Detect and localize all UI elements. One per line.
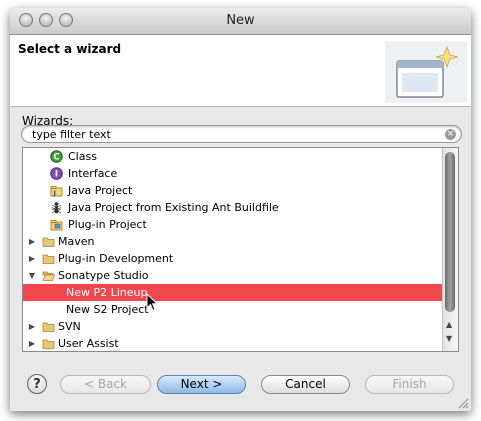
svg-text:I: I [55,170,58,180]
wizard-tree-item[interactable]: I Interface [23,165,443,182]
folder-icon [42,237,55,247]
wizard-tree-item[interactable]: ▶ Maven [23,233,443,250]
collapsed-triangle-icon[interactable]: ▶ [27,335,37,351]
window-title: New [226,13,255,28]
wizard-tree-item-label: Sonatype Studio [58,269,149,282]
wizard-tree-item-label: Maven [58,235,95,248]
wizard-tree-item-label: Interface [68,167,118,180]
expanded-triangle-icon[interactable]: ▼ [27,267,37,284]
wizard-tree-item[interactable]: New P2 Lineup [23,284,443,301]
wizard-tree: C Class I Interface J Java Project Java Projec… [22,147,459,352]
mouse-pointer-icon [146,293,158,312]
wizard-tree-item-label: Class [68,150,97,163]
wizard-tree-item[interactable]: ▶ SVN [23,318,443,335]
wizard-tree-item-label: Java Project [68,184,133,197]
wizard-tree-item-label: SVN [58,320,81,333]
filter-input[interactable] [32,126,437,142]
folder-icon [42,322,55,332]
wizard-tree-item[interactable]: ▶ User Assist [23,335,443,351]
scroll-down-arrow-icon[interactable]: ▼ [446,334,452,343]
wizard-tree-item-label: User Assist [58,337,119,350]
resize-grip-icon[interactable] [458,398,469,409]
java-project-icon: J [50,186,63,197]
wizard-tree-item[interactable]: C Class [23,148,443,165]
filter-field: × [21,125,462,143]
scrollbar-thumb[interactable] [445,152,455,312]
collapsed-triangle-icon[interactable]: ▶ [27,233,37,250]
wizard-tree-item[interactable]: New S2 Project [23,301,443,318]
class-icon: C [50,150,63,163]
cancel-button[interactable]: Cancel [261,375,350,394]
wizard-tree-item[interactable]: Java Project from Existing Ant Buildfile [23,199,443,216]
folder-open-icon [42,271,55,281]
clear-filter-icon[interactable]: × [445,129,456,140]
button-bar: ? < Back Next > Cancel Finish [10,368,471,398]
new-wizard-banner-icon [385,41,467,103]
plugin-project-icon [50,220,63,231]
back-button[interactable]: < Back [60,375,151,394]
vertical-scrollbar[interactable]: ▲ ▼ [442,148,458,351]
page-title: Select a wizard [18,42,122,56]
wizard-tree-rows: C Class I Interface J Java Project Java Projec… [23,148,443,351]
interface-icon: I [50,167,63,180]
folder-icon [42,254,55,264]
svg-text:J: J [53,189,56,197]
collapsed-triangle-icon[interactable]: ▶ [27,318,37,335]
scroll-up-arrow-icon[interactable]: ▲ [446,320,452,329]
finish-button[interactable]: Finish [365,375,454,394]
title-bar: New [10,8,471,35]
wizard-header: Select a wizard [10,35,471,107]
wizard-tree-item-label: Plug-in Development [58,252,174,265]
wizard-tree-item-label: New S2 Project [66,303,149,316]
collapsed-triangle-icon[interactable]: ▶ [27,250,37,267]
help-button[interactable]: ? [27,374,47,394]
wizard-tree-item[interactable]: J Java Project [23,182,443,199]
wizard-tree-item[interactable]: ▼ Sonatype Studio [23,267,443,284]
wizard-tree-item[interactable]: ▶ Plug-in Development [23,250,443,267]
wizard-tree-item-label: Java Project from Existing Ant Buildfile [68,201,279,214]
next-button[interactable]: Next > [157,375,246,394]
ant-icon [51,202,62,214]
wizard-tree-item-label: New P2 Lineup [66,286,148,299]
folder-icon [42,339,55,349]
wizard-tree-item-label: Plug-in Project [68,218,147,231]
new-wizard-dialog: New Select a wizard Wizards: × CClassIIn… [10,8,471,411]
svg-text:C: C [53,153,59,163]
wizard-tree-item[interactable]: Plug-in Project [23,216,443,233]
